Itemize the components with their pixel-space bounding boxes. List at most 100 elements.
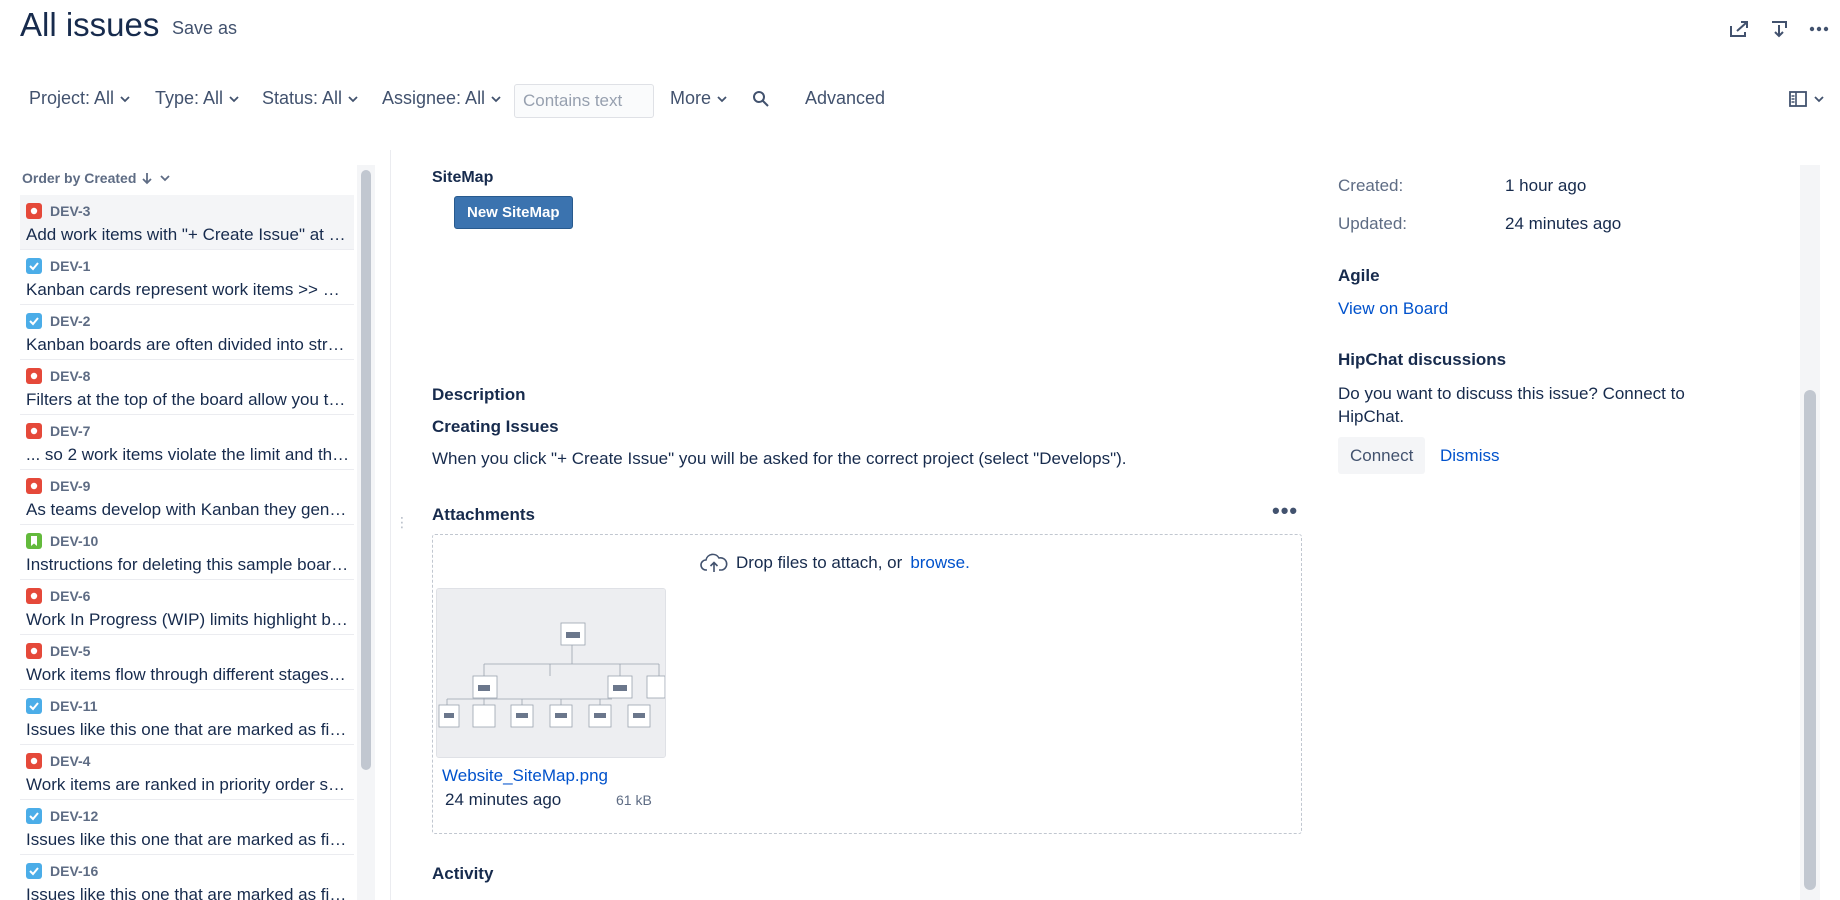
search-input[interactable] [514,84,654,118]
list-scrollbar-thumb[interactable] [361,170,371,770]
layout-toggle-icon[interactable] [1788,90,1826,108]
issue-key: DEV-8 [50,368,91,384]
story-icon [26,533,42,549]
created-label: Created: [1338,176,1404,195]
task-icon [26,808,42,824]
search-icon[interactable] [752,90,770,108]
bug-icon [26,753,42,769]
export-icon[interactable] [1766,16,1792,42]
type-filter[interactable]: Type: All [155,88,241,109]
more-filter[interactable]: More [670,88,729,109]
task-icon [26,698,42,714]
issue-list-item[interactable]: DEV-4 Work items are ranked in priority o… [20,745,354,800]
attachment-thumbnail[interactable] [436,588,666,758]
issue-list: DEV-3 Add work items with "+ Create Issue… [20,195,354,900]
description-body: When you click "+ Create Issue" you will… [432,449,1127,468]
issue-summary: Work items flow through different stages… [26,665,350,684]
type-filter-label: Type: All [155,88,224,108]
detail-scrollbar-thumb[interactable] [1804,390,1816,890]
arrow-down-icon[interactable] [140,171,154,185]
issue-list-item[interactable]: DEV-9 As teams develop with Kanban they g… [20,470,354,525]
activity-label: Activity [432,864,494,883]
issue-summary: ... so 2 work items violate the limit an… [26,445,350,464]
created-value: 1 hour ago [1505,176,1587,195]
issue-list-item[interactable]: DEV-16 Issues like this one that are mark… [20,855,354,900]
issue-key: DEV-9 [50,478,91,494]
issue-list-item[interactable]: DEV-8 Filters at the top of the board all… [20,360,354,415]
hipchat-label: HipChat discussions [1338,350,1507,369]
updated-value: 24 minutes ago [1505,214,1622,233]
issue-list-item[interactable]: DEV-11 Issues like this one that are mark… [20,690,354,745]
bug-icon [26,368,42,384]
chevron-down-icon [1814,96,1824,103]
resize-handle-icon[interactable]: ⋮ [395,514,409,531]
issue-list-item[interactable]: DEV-10 Instructions for deleting this sam… [20,525,354,580]
status-filter[interactable]: Status: All [262,88,360,109]
task-icon [26,863,42,879]
bug-icon [26,588,42,604]
chevron-down-icon[interactable] [158,171,172,185]
bug-icon [26,423,42,439]
description-heading: Creating Issues [432,417,559,436]
issue-summary: Instructions for deleting this sample bo… [26,555,350,574]
issue-key: DEV-1 [50,258,91,274]
issue-key: DEV-2 [50,313,91,329]
issue-key: DEV-6 [50,588,91,604]
more-icon[interactable] [1806,16,1832,42]
assignee-filter[interactable]: Assignee: All [382,88,503,109]
issue-list-item[interactable]: DEV-5 Work items flow through different s… [20,635,354,690]
issue-key: DEV-5 [50,643,91,659]
attachment-file-link[interactable]: Website_SiteMap.png [442,766,608,786]
issue-list-item[interactable]: DEV-2 Kanban boards are often divided int… [20,305,354,360]
order-by-label: Order by Created [22,170,137,186]
advanced-search-link[interactable]: Advanced [805,88,885,109]
bug-icon [26,478,42,494]
cloud-upload-icon [700,553,728,572]
issue-summary: Kanban cards represent work items >> Cli… [26,280,350,299]
new-sitemap-button[interactable]: New SiteMap [454,196,573,229]
browse-link[interactable]: browse. [910,553,970,573]
attachments-more-icon[interactable]: ••• [1272,498,1298,524]
issue-list-item[interactable]: DEV-12 Issues like this one that are mark… [20,800,354,855]
task-icon [26,313,42,329]
share-icon[interactable] [1726,16,1752,42]
more-filter-label: More [670,88,712,108]
issue-summary: Filters at the top of the board allow yo… [26,390,350,409]
issue-summary: Kanban boards are often divided into str… [26,335,350,354]
issue-summary: Work In Progress (WIP) limits highlight … [26,610,350,629]
issue-summary: Issues like this one that are marked as … [26,830,350,849]
chevron-down-icon [717,95,727,102]
dismiss-link[interactable]: Dismiss [1440,446,1500,466]
issue-list-item[interactable]: DEV-3 Add work items with "+ Create Issue… [20,195,354,250]
issue-key: DEV-7 [50,423,91,439]
issue-summary: Work items are ranked in priority order … [26,775,350,794]
issue-list-item[interactable]: DEV-1 Kanban cards represent work items >… [20,250,354,305]
view-on-board-link[interactable]: View on Board [1338,299,1448,319]
updated-label: Updated: [1338,214,1407,233]
bug-icon [26,203,42,219]
attachments-label: Attachments [432,505,535,524]
bug-icon [26,643,42,659]
chevron-down-icon [120,95,130,102]
sitemap-preview-image [437,589,665,757]
project-filter-label: Project: All [29,88,115,108]
save-as-button[interactable]: Save as [172,18,237,39]
assignee-filter-label: Assignee: All [382,88,486,108]
hipchat-text: Do you want to discuss this issue? Conne… [1338,384,1685,426]
issue-key: DEV-12 [50,808,99,824]
sitemap-label: SiteMap [432,169,494,186]
order-by-control[interactable]: Order by Created [22,170,172,186]
chevron-down-icon [491,95,501,102]
issue-key: DEV-4 [50,753,91,769]
issue-key: DEV-16 [50,863,99,879]
issue-summary: Issues like this one that are marked as … [26,720,350,739]
project-filter[interactable]: Project: All [29,88,132,109]
issue-list-item[interactable]: DEV-6 Work In Progress (WIP) limits highl… [20,580,354,635]
issue-key: DEV-3 [50,203,91,219]
issue-list-item[interactable]: DEV-7 ... so 2 work items violate the lim… [20,415,354,470]
attachment-size: 61 kB [616,792,652,808]
connect-button[interactable]: Connect [1338,437,1426,474]
drop-files-text: Drop files to attach, or [736,553,903,572]
page-title: All issues [20,6,160,43]
chevron-down-icon [229,95,239,102]
